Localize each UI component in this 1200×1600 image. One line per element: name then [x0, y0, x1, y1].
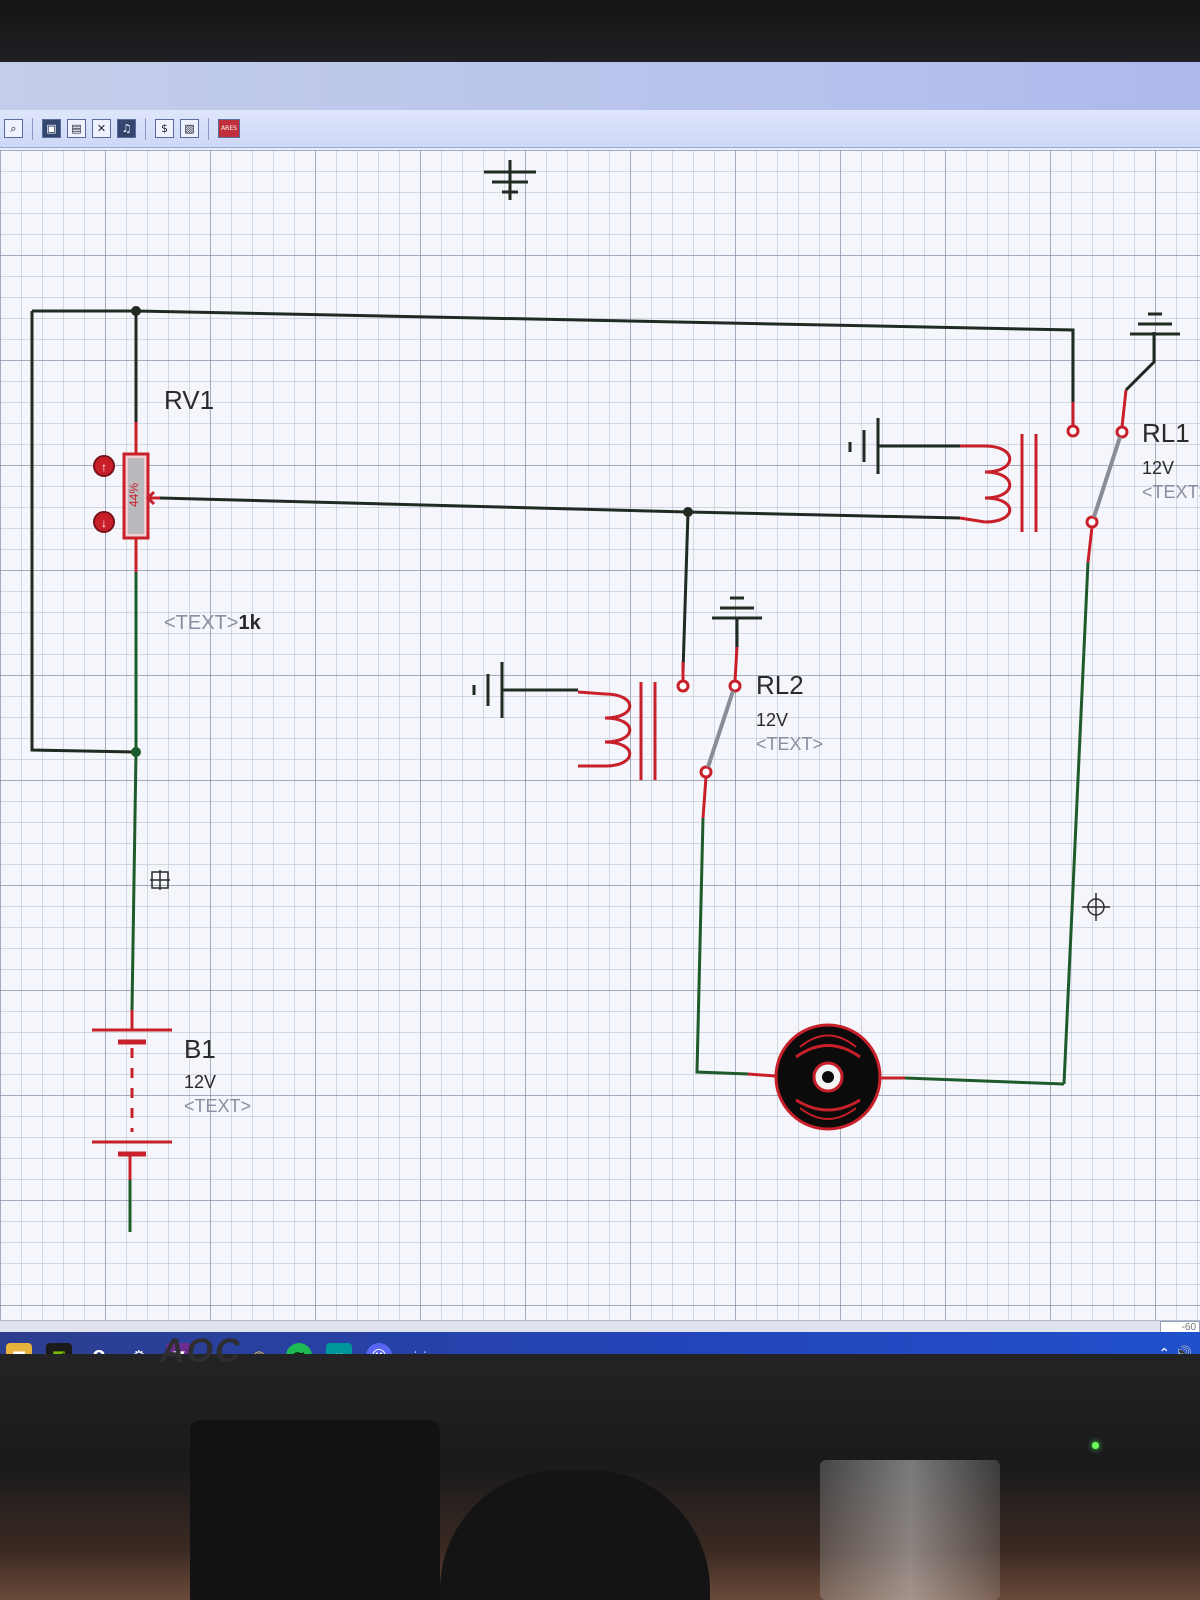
arduino-icon[interactable]: ∞	[326, 1343, 352, 1354]
b1-label: B1	[184, 1034, 216, 1064]
junction-dot	[131, 306, 141, 316]
relay-rl1-coil[interactable]	[959, 434, 1038, 532]
discord-icon[interactable]: ☺	[366, 1343, 392, 1354]
monitor-bezel-top	[0, 0, 1200, 70]
rl1-text: <TEXT>	[1142, 482, 1200, 502]
steam-icon[interactable]: ⚙	[126, 1343, 152, 1354]
rv1-increment-button[interactable]: ↑	[93, 455, 115, 477]
monitor-stand	[190, 1420, 440, 1600]
rl1-label: RL1	[1142, 418, 1190, 448]
rv1-label: RV1	[164, 385, 214, 415]
nvidia-icon[interactable]: ◩	[46, 1343, 72, 1354]
screen: ⌕ ▣ ▤ ✕ ♫ $ ▧ ARES 44% ↑ ↓ RV1 <TEXT>1k …	[0, 62, 1200, 1354]
relay-rl2-switch[interactable]	[676, 596, 762, 1076]
rv1-value-text: <TEXT>	[164, 612, 238, 634]
rv1-decrement-button[interactable]: ↓	[93, 511, 115, 533]
wire-wiper[interactable]	[159, 496, 961, 686]
wire-top-rail[interactable]	[30, 309, 1075, 754]
system-tray[interactable]: ⌃ 🔊	[1158, 1346, 1192, 1354]
chrome-icon[interactable]: ◉	[246, 1343, 272, 1354]
rl2-text: <TEXT>	[756, 734, 823, 754]
relay-rl2-coil[interactable]	[577, 682, 657, 780]
file-explorer-icon[interactable]: ▆	[6, 1343, 32, 1354]
svg-text:↑: ↑	[101, 460, 107, 474]
rv1-value-line: <TEXT>1k	[164, 612, 262, 634]
origin-marker-icon	[1082, 893, 1110, 921]
potentiometer-rv1[interactable]: 44%	[122, 452, 160, 540]
rv1-value: 1k	[238, 612, 261, 634]
rl2-voltage: 12V	[756, 710, 788, 730]
rl2-coil-ground[interactable]	[472, 662, 578, 718]
schematic-drawing[interactable]: 44% ↑ ↓ RV1 <TEXT>1k RL1 12V <TEXT RL2 1…	[0, 62, 1200, 1322]
power-led-icon	[1092, 1442, 1099, 1449]
b1-text: <TEXT>	[184, 1096, 251, 1116]
rv1-wiper-percent: 44%	[127, 483, 141, 507]
rl1-voltage: 12V	[1142, 458, 1174, 478]
wire-rv1[interactable]	[130, 311, 138, 1030]
monitor-brand-logo: AOC	[160, 1332, 242, 1370]
junction-dot	[131, 747, 141, 757]
taskbar-active-app-label[interactable]: isis	[406, 1345, 441, 1355]
battery-b1[interactable]	[92, 1028, 172, 1232]
ground-symbol-top[interactable]	[484, 160, 536, 200]
b1-voltage: 12V	[184, 1072, 216, 1092]
junction-dot	[683, 507, 693, 517]
spotify-icon[interactable]: ≋	[286, 1343, 312, 1354]
dc-motor[interactable]	[747, 1023, 1065, 1131]
cursor-crosshair-icon	[150, 870, 170, 890]
rl2-label: RL2	[756, 670, 804, 700]
rl1-coil-ground[interactable]	[848, 418, 960, 474]
drinking-glass	[820, 1460, 1000, 1600]
svg-text:↓: ↓	[101, 516, 107, 530]
opera-icon[interactable]: O	[86, 1343, 112, 1354]
